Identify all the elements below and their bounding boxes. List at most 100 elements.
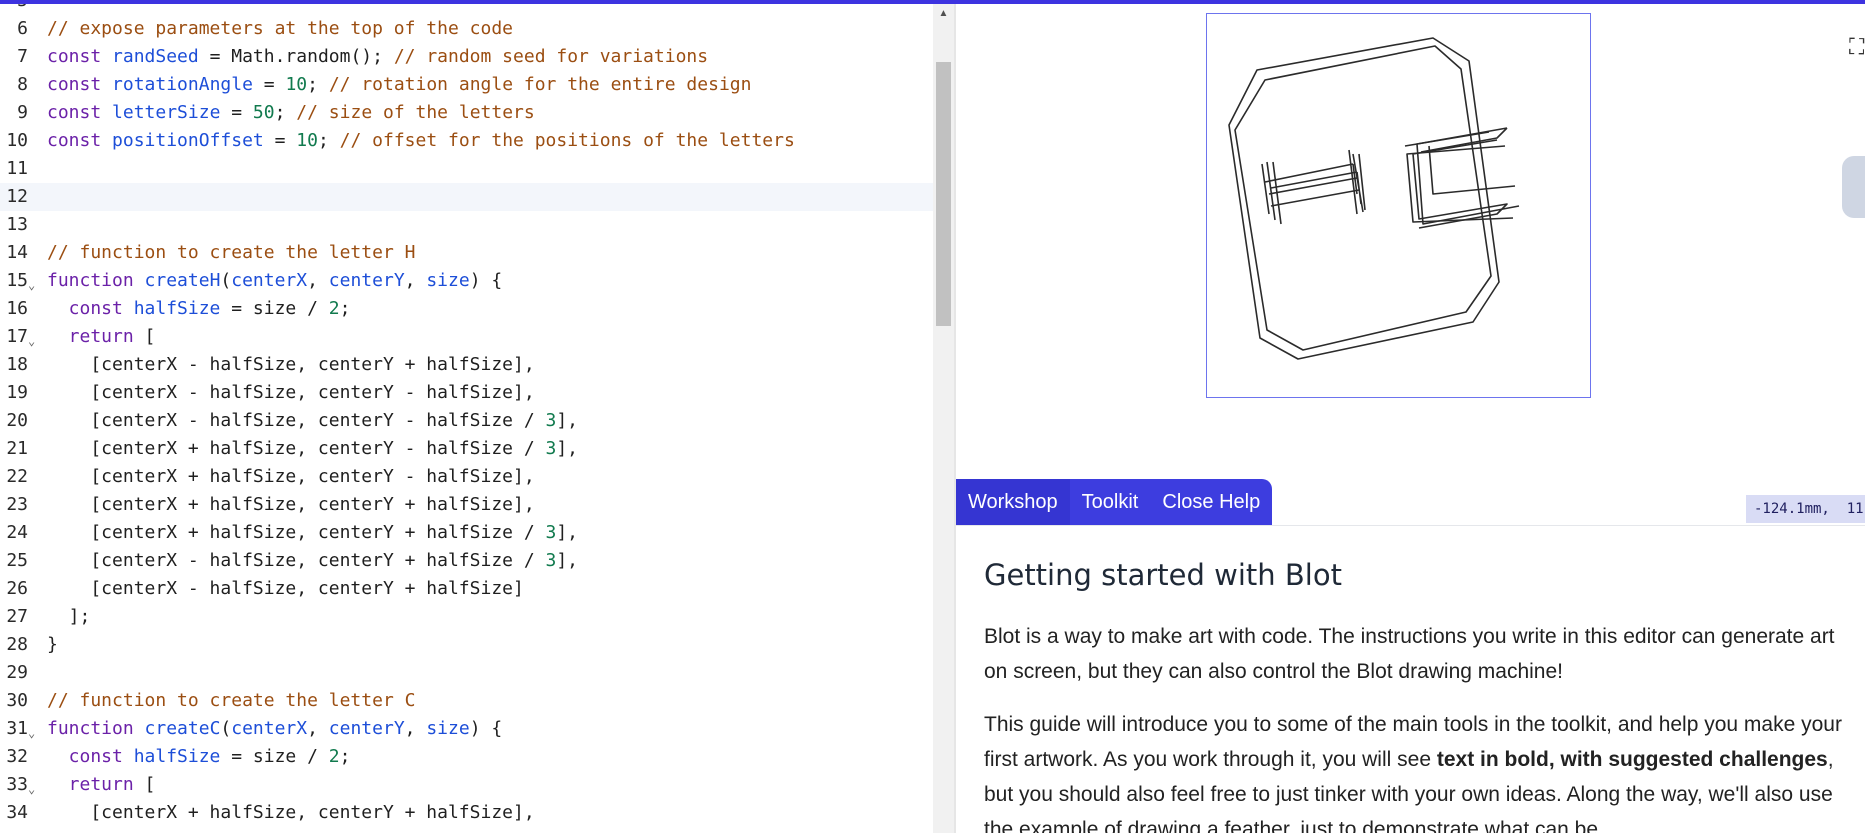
code-line[interactable]: 19 [centerX - halfSize, centerY - halfSi… <box>0 379 933 407</box>
code-text: function createH(centerX, centerY, size)… <box>47 267 502 295</box>
code-line[interactable]: 28} <box>0 631 933 659</box>
code-line[interactable]: 30 // function to create the letter C <box>0 687 933 715</box>
line-number: 19 <box>6 382 28 403</box>
code-line[interactable]: 27 ]; <box>0 603 933 631</box>
code-token: function <box>47 718 145 739</box>
code-line[interactable]: 24 [centerX + halfSize, centerY + halfSi… <box>0 519 933 547</box>
code-token: , <box>404 270 427 291</box>
code-line[interactable]: 13 <box>0 211 933 239</box>
code-token: ) { <box>469 718 503 739</box>
code-text: [centerX - halfSize, centerY + halfSize] <box>47 575 523 603</box>
code-text: const halfSize = size / 2; <box>47 743 351 771</box>
code-text: const halfSize = size / 2; <box>47 295 351 323</box>
code-token: } <box>47 634 58 655</box>
code-line[interactable]: 21 [centerX + halfSize, centerY - halfSi… <box>0 435 933 463</box>
code-line[interactable]: 17 ⌄ return [ <box>0 323 933 351</box>
code-line[interactable]: 11 <box>0 155 933 183</box>
code-token: 3 <box>545 522 557 543</box>
code-line[interactable]: 15 ⌄ function createH(centerX, centerY, si… <box>0 267 933 295</box>
code-token: 10 <box>285 74 308 95</box>
drawing-canvas[interactable] <box>1206 13 1591 398</box>
code-token: = <box>220 102 253 123</box>
code-line[interactable]: 6 // expose parameters at the top of the … <box>0 15 933 43</box>
code-token: const <box>47 298 134 319</box>
code-text: const positionOffset = 10; // offset for… <box>47 127 795 155</box>
code-token: // rotation angle for the entire design <box>328 74 752 95</box>
code-line[interactable]: 25 [centerX - halfSize, centerY + halfSi… <box>0 547 933 575</box>
expand-icon[interactable]: ⛶ <box>1849 34 1864 60</box>
line-number: 17 <box>6 326 28 347</box>
cursor-coordinates: -124.1mm, 11 <box>1746 495 1865 523</box>
line-number: 30 <box>6 690 28 711</box>
line-number: 25 <box>6 550 28 571</box>
letter-c-stroke <box>1412 139 1508 229</box>
code-text: return [ <box>47 771 156 799</box>
code-line[interactable]: 22 [centerX + halfSize, centerY - halfSi… <box>0 463 933 491</box>
code-token: halfSize <box>133 746 221 767</box>
code-line[interactable]: 23 [centerX + halfSize, centerY + halfSi… <box>0 491 933 519</box>
code-line[interactable]: 20 [centerX - halfSize, centerY - halfSi… <box>0 407 933 435</box>
code-line[interactable]: 16 const halfSize = size / 2; <box>0 295 933 323</box>
help-tab-bar: Workshop Toolkit Close Help <box>956 479 1273 525</box>
code-token: function <box>47 270 145 291</box>
code-text: [centerX + halfSize, centerY + halfSize]… <box>47 491 534 519</box>
code-token: // function to create the letter H <box>47 242 416 263</box>
code-line[interactable]: 14 // function to create the letter H <box>0 239 933 267</box>
code-token: 2 <box>328 746 340 767</box>
line-number: 34 <box>6 802 28 823</box>
code-token: ) { <box>469 270 503 291</box>
code-token: randSeed <box>112 46 199 67</box>
line-number: 7 <box>17 46 28 67</box>
code-line[interactable]: 26 [centerX - halfSize, centerY + halfSi… <box>0 575 933 603</box>
code-editor[interactable]: 5 6 // expose parameters at the top of the… <box>0 4 933 833</box>
code-line[interactable]: 29 <box>0 659 933 687</box>
code-token: ], <box>556 522 579 543</box>
code-token: 3 <box>545 410 557 431</box>
code-token: centerX <box>231 718 308 739</box>
code-token: const <box>47 746 134 767</box>
tab-close-help[interactable]: Close Help <box>1150 479 1272 525</box>
line-number: 27 <box>6 606 28 627</box>
code-lines: 5 6 // expose parameters at the top of the… <box>0 4 933 827</box>
line-number: 18 <box>6 354 28 375</box>
code-line[interactable]: 32 const halfSize = size / 2; <box>0 743 933 771</box>
up-arrow-icon[interactable]: ▲ <box>933 8 954 19</box>
code-token: const <box>47 74 113 95</box>
code-line[interactable]: 33 ⌄ return [ <box>0 771 933 799</box>
code-token: = size / <box>220 746 329 767</box>
editor-scrollbar[interactable]: ▲ <box>933 4 954 833</box>
line-number: 13 <box>6 214 28 235</box>
tab-workshop[interactable]: Workshop <box>956 479 1070 525</box>
code-token: [ <box>144 774 156 795</box>
code-text: } <box>47 631 58 659</box>
code-token: = size / <box>220 298 329 319</box>
code-text: [centerX + halfSize, centerY - halfSize … <box>47 435 578 463</box>
scrollbar-thumb[interactable] <box>936 62 951 326</box>
code-token: const <box>47 130 113 151</box>
code-token: centerY <box>328 270 405 291</box>
code-text: [centerX + halfSize, centerY - halfSize]… <box>47 463 534 491</box>
code-text: const rotationAngle = 10; // rotation an… <box>47 71 751 99</box>
code-text: [centerX - halfSize, centerY - halfSize … <box>47 407 578 435</box>
code-text: [centerX - halfSize, centerY + halfSize]… <box>47 351 535 379</box>
code-token: ( <box>220 270 232 291</box>
line-number: 23 <box>6 494 28 515</box>
line-number: 22 <box>6 466 28 487</box>
tab-toolkit[interactable]: Toolkit <box>1070 479 1151 525</box>
code-token: , <box>307 718 329 739</box>
code-line[interactable]: 5 <box>0 4 933 15</box>
code-line[interactable]: 34 [centerX + halfSize, centerY + halfSi… <box>0 799 933 827</box>
code-token: 3 <box>545 438 557 459</box>
code-line[interactable]: 18 [centerX - halfSize, centerY + halfSi… <box>0 351 933 379</box>
code-token: 3 <box>545 550 557 571</box>
help-paragraph: This guide will introduce you to some of… <box>984 707 1844 833</box>
code-line[interactable]: 9 const letterSize = 50; // size of the l… <box>0 99 933 127</box>
code-line[interactable]: 31 ⌄ function createC(centerX, centerY, si… <box>0 715 933 743</box>
code-line[interactable]: 10 const positionOffset = 10; // offset f… <box>0 127 933 155</box>
code-token: [centerX - halfSize, centerY + halfSize]… <box>47 354 535 375</box>
side-panel-toggle[interactable] <box>1842 156 1865 218</box>
code-line[interactable]: 7 const randSeed = Math.random(); // rand… <box>0 43 933 71</box>
code-line[interactable]: 12 <box>0 183 933 211</box>
help-content: Getting started with Blot Blot is a way … <box>984 549 1844 833</box>
code-line[interactable]: 8 const rotationAngle = 10; // rotation a… <box>0 71 933 99</box>
